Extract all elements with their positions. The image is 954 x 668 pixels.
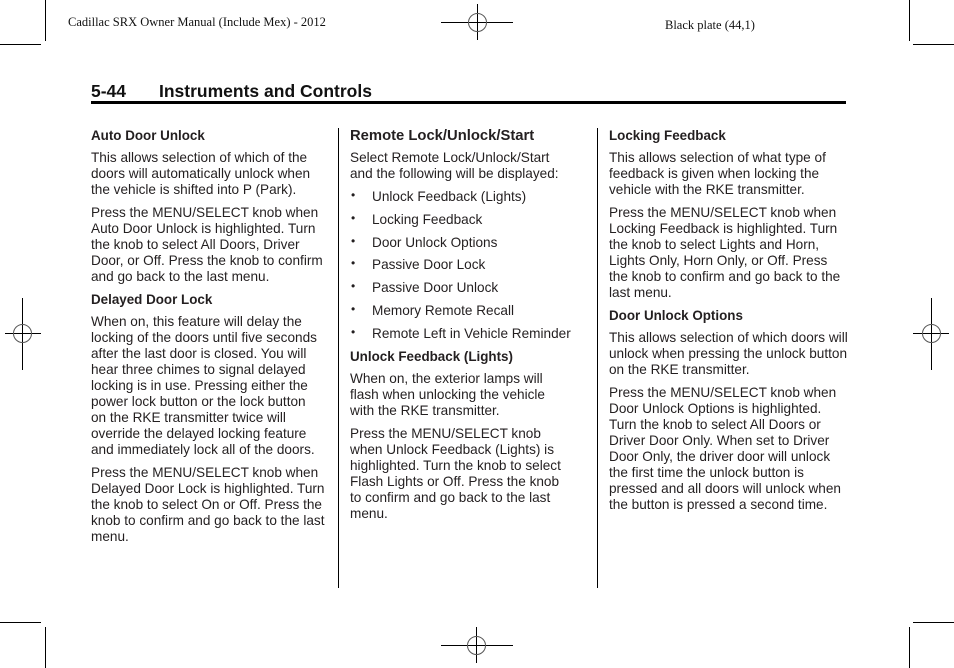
crop-mark [0, 44, 41, 45]
crop-mark [913, 622, 954, 623]
column-divider [597, 128, 598, 588]
heading-delayed-door-lock: Delayed Door Lock [91, 292, 213, 307]
paragraph: When on, the exterior lamps will flash w… [350, 370, 545, 418]
list-item: Passive Door Lock [350, 255, 592, 273]
page-number: 5-44 [91, 81, 127, 101]
heading-unlock-feedback: Unlock Feedback (Lights) [350, 348, 513, 364]
column-2: Remote Lock/Unlock/Start Select Remote L… [350, 128, 592, 529]
heading-remote-lock-unlock-start: Remote Lock/Unlock/Start [350, 128, 535, 144]
crop-mark [0, 622, 41, 623]
crop-mark [45, 627, 46, 668]
column-1: Auto Door Unlock This allows selection o… [91, 128, 331, 552]
heading-door-unlock-options: Door Unlock Options [609, 308, 743, 323]
list-item: Door Unlock Options [350, 233, 592, 251]
manual-title: Cadillac SRX Owner Manual (Include Mex) … [68, 15, 326, 29]
paragraph: This allows selection of what type of fe… [609, 150, 826, 197]
heading-locking-feedback: Locking Feedback [609, 128, 726, 143]
paragraph: Select Remote Lock/Unlock/Start and the … [350, 150, 559, 181]
crop-mark [45, 0, 46, 41]
paragraph: Press the MENU/SELECT knob when Door Unl… [609, 385, 841, 512]
list-item: Passive Door Unlock [350, 278, 592, 296]
heading-auto-door-unlock: Auto Door Unlock [91, 128, 205, 143]
paragraph: Press the MENU/SELECT knob when Locking … [609, 205, 841, 300]
list-item: Memory Remote Recall [350, 301, 592, 319]
crop-mark [913, 44, 954, 45]
crop-mark [909, 627, 910, 668]
crop-mark [909, 0, 910, 41]
heading-rule [91, 101, 846, 104]
column-divider [338, 128, 339, 588]
paragraph: This allows selection of which of the do… [91, 150, 311, 197]
paragraph: Press the MENU/SELECT knob when Delayed … [91, 465, 325, 544]
paragraph: Press the MENU/SELECT knob when Unlock F… [350, 425, 561, 521]
plate-label: Black plate (44,1) [665, 18, 755, 32]
column-3: Locking Feedback This allows selection o… [609, 128, 851, 520]
paragraph: Press the MENU/SELECT knob when Auto Doo… [91, 205, 323, 284]
section-title: Instruments and Controls [159, 81, 372, 101]
list-item: Remote Left in Vehicle Reminder [350, 324, 592, 342]
paragraph: This allows selection of which doors wil… [609, 330, 848, 377]
paragraph: When on, this feature will delay the loc… [91, 314, 317, 457]
menu-options-list: Unlock Feedback (Lights) Locking Feedbac… [350, 187, 592, 342]
list-item: Unlock Feedback (Lights) [350, 187, 592, 205]
list-item: Locking Feedback [350, 210, 592, 228]
